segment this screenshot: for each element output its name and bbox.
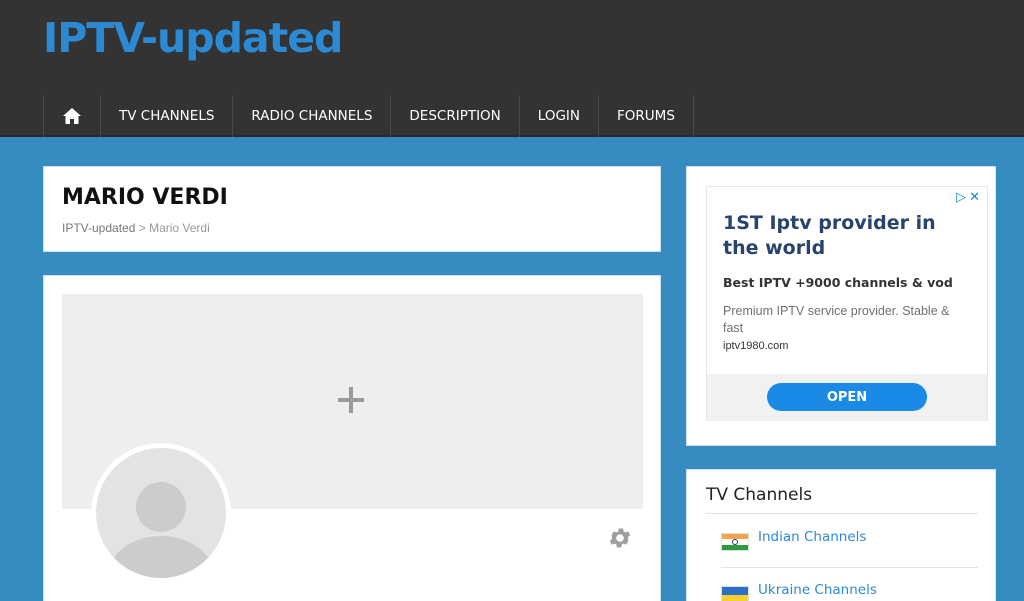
ad-footer: OPEN <box>707 374 987 421</box>
avatar-body <box>108 536 214 578</box>
ad-open-button[interactable]: OPEN <box>767 383 927 411</box>
ad-headline[interactable]: 1ST Iptv provider in the world <box>723 211 973 261</box>
breadcrumb-current: Mario Verdi <box>149 221 210 235</box>
channel-label[interactable]: Ukraine Channels <box>758 582 877 598</box>
nav-forums[interactable]: FORUMS <box>598 95 694 137</box>
channel-item-ukraine[interactable]: Ukraine Channels <box>721 582 971 601</box>
page-title-box: MARIO VERDI IPTV-updated > Mario Verdi <box>43 166 661 252</box>
ukraine-flag-icon <box>721 586 749 601</box>
ad-widget: ▷✕ 1ST Iptv provider in the world Best I… <box>686 166 996 446</box>
nav-description[interactable]: DESCRIPTION <box>390 95 518 137</box>
breadcrumb: IPTV-updated > Mario Verdi <box>62 221 210 235</box>
home-icon <box>63 108 81 124</box>
nav-radio-channels[interactable]: RADIO CHANNELS <box>232 95 390 137</box>
gear-icon[interactable] <box>607 525 633 551</box>
avatar-head <box>136 482 186 532</box>
site-header: IPTV-updated TV CHANNELS RADIO CHANNELS … <box>0 0 1024 137</box>
breadcrumb-home-link[interactable]: IPTV-updated <box>62 221 135 235</box>
widget-title: TV Channels <box>706 485 813 505</box>
nav-login[interactable]: LOGIN <box>518 95 598 137</box>
widget-divider <box>706 513 978 514</box>
avatar-placeholder-icon <box>96 448 226 578</box>
nav-tv-channels[interactable]: TV CHANNELS <box>100 95 232 137</box>
india-flag-icon <box>721 533 749 551</box>
breadcrumb-separator: > <box>135 221 150 235</box>
page-title: MARIO VERDI <box>62 185 228 210</box>
ad-subheadline: Best IPTV +9000 channels & vod <box>723 275 953 290</box>
plus-icon[interactable] <box>336 385 366 415</box>
tv-channels-widget: TV Channels Indian Channels Ukraine Chan… <box>686 469 996 601</box>
list-divider <box>721 567 978 568</box>
ad-url: iptv1980.com <box>723 340 789 352</box>
nav-home[interactable] <box>43 95 100 137</box>
site-title-link[interactable]: IPTV-updated <box>43 14 343 62</box>
main-nav: TV CHANNELS RADIO CHANNELS DESCRIPTION L… <box>43 95 694 137</box>
ad-choices-icon[interactable]: ▷✕ <box>956 189 983 205</box>
profile-box <box>43 275 661 601</box>
ad-description: Premium IPTV service provider. Stable & … <box>723 304 950 335</box>
channel-item-indian[interactable]: Indian Channels <box>721 529 971 551</box>
avatar[interactable] <box>91 443 231 583</box>
ad-card[interactable]: ▷✕ 1ST Iptv provider in the world Best I… <box>706 186 988 421</box>
channel-label[interactable]: Indian Channels <box>758 529 866 545</box>
